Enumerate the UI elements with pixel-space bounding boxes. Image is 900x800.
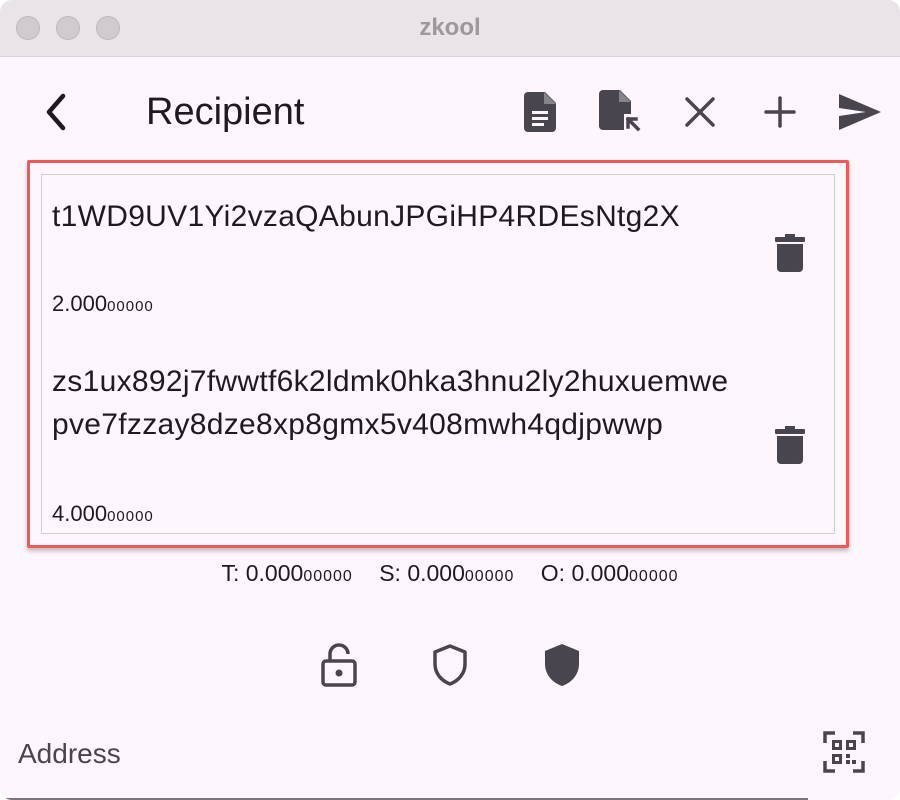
send-icon [839,94,881,130]
address-field [0,710,900,800]
delete-recipient-button[interactable] [770,233,810,273]
transparent-total: T: 0.00000000 [221,560,353,586]
clear-button[interactable] [676,88,724,136]
transparent-pool-toggle[interactable] [314,640,364,690]
recipient-address: zs1ux892j7fwwtf6k2ldmk0hka3hnu2ly2huxuem… [52,365,729,441]
back-button[interactable] [32,88,80,136]
address-input[interactable] [18,732,798,776]
back-icon [46,93,66,131]
send-button[interactable] [836,88,884,136]
window-title: zkool [419,14,481,41]
document-icon [524,92,556,132]
add-recipient-button[interactable] [756,88,804,136]
document-button[interactable] [516,88,564,136]
page-title: Recipient [146,91,305,133]
pool-totals: T: 0.00000000 S: 0.00000000 O: 0.0000000… [0,560,900,587]
trash-icon [775,426,805,464]
scan-qr-button[interactable] [820,728,868,776]
orchard-total: O: 0.00000000 [540,560,679,586]
document-import-icon [599,90,641,132]
import-document-button[interactable] [596,88,644,136]
recipient-amount: 2.00000000 [52,291,154,316]
recipient-row[interactable]: t1WD9UV1Yi2vzaQAbunJPGiHP4RDEsNtg2X 2.00… [42,175,836,325]
app-window: zkool Recipient t1WD9UV1Yi2vzaQAbunJPGiH… [0,0,900,800]
unlock-icon [321,643,357,687]
sapling-total: S: 0.00000000 [379,560,515,586]
recipient-list-highlight: t1WD9UV1Yi2vzaQAbunJPGiHP4RDEsNtg2X 2.00… [27,160,849,548]
recipient-amount: 4.00000000 [52,501,154,526]
title-bar: zkool [0,0,900,57]
app-bar: Recipient [0,56,900,160]
add-icon [764,96,796,128]
orchard-pool-toggle[interactable] [537,640,587,690]
close-icon [685,97,715,127]
recipient-list: t1WD9UV1Yi2vzaQAbunJPGiHP4RDEsNtg2X 2.00… [41,174,835,534]
qr-code-scan-icon [823,731,865,773]
shield-outline-icon [433,644,467,686]
trash-icon [775,234,805,272]
sapling-pool-toggle[interactable] [425,640,475,690]
pool-selector [0,640,900,690]
recipient-address: t1WD9UV1Yi2vzaQAbunJPGiHP4RDEsNtg2X [52,200,680,233]
recipient-row[interactable]: zs1ux892j7fwwtf6k2ldmk0hka3hnu2ly2huxuem… [42,360,836,535]
shield-filled-icon [545,644,579,686]
delete-recipient-button[interactable] [770,425,810,465]
